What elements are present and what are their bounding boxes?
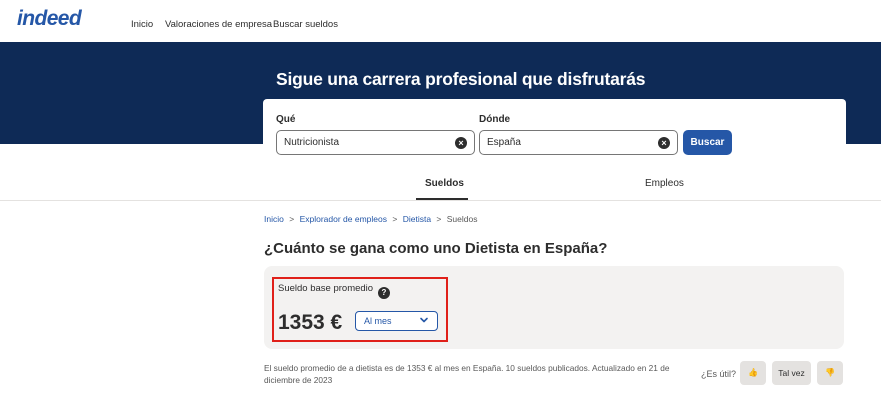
maybe-button[interactable]: Tal vez (772, 361, 811, 385)
salary-label: Sueldo base promedio (278, 283, 374, 294)
thumbs-up-button[interactable]: 👍 (740, 361, 766, 385)
search-card: Qué Nutricionista × Dónde España × Busca… (263, 99, 846, 165)
breadcrumb-dietista[interactable]: Dietista (403, 214, 431, 224)
useful-question: ¿Es útil? (701, 369, 737, 379)
what-input-value: Nutricionista (284, 137, 340, 148)
tab-empleos[interactable]: Empleos (645, 178, 684, 189)
tab-sueldos[interactable]: Sueldos (425, 178, 464, 189)
breadcrumb-separator: > (392, 214, 398, 224)
clear-icon[interactable]: × (455, 137, 467, 149)
period-select[interactable]: Al mes (355, 311, 438, 331)
what-input[interactable]: Nutricionista × (276, 130, 475, 155)
search-button[interactable]: Buscar (683, 130, 732, 155)
tabs-divider (0, 200, 881, 201)
breadcrumb: Inicio > Explorador de empleos > Dietist… (264, 214, 477, 224)
chevron-down-icon (420, 317, 428, 323)
where-input-value: España (487, 137, 521, 148)
thumbs-down-icon: 👎 (825, 368, 835, 377)
nav-link-valoraciones[interactable]: Valoraciones de empresa (165, 19, 272, 30)
nav-link-buscar-sueldos[interactable]: Buscar sueldos (273, 19, 338, 30)
indeed-logo[interactable]: indeed (17, 7, 82, 31)
clear-icon[interactable]: × (658, 137, 670, 149)
top-navigation: indeed Inicio Valoraciones de empresa Bu… (0, 0, 881, 42)
breadcrumb-separator: > (289, 214, 295, 224)
what-label: Qué (276, 114, 296, 125)
breadcrumb-separator: > (436, 214, 442, 224)
help-icon[interactable]: ? (378, 287, 390, 299)
thumbs-up-icon: 👍 (748, 368, 758, 377)
where-label: Dónde (479, 114, 511, 125)
page-title: ¿Cuánto se gana como uno Dietista en Esp… (264, 240, 608, 257)
nav-link-inicio[interactable]: Inicio (131, 19, 153, 30)
salary-amount: 1353 € (278, 311, 343, 334)
breadcrumb-explorador[interactable]: Explorador de empleos (300, 214, 387, 224)
period-select-value: Al mes (364, 316, 392, 326)
breadcrumb-current: Sueldos (446, 214, 478, 224)
thumbs-down-button[interactable]: 👎 (817, 361, 843, 385)
where-input[interactable]: España × (479, 130, 678, 155)
breadcrumb-inicio[interactable]: Inicio (264, 214, 284, 224)
hero-title: Sigue una carrera profesional que disfru… (276, 69, 646, 89)
salary-note: El sueldo promedio de a dietista es de 1… (264, 363, 670, 385)
